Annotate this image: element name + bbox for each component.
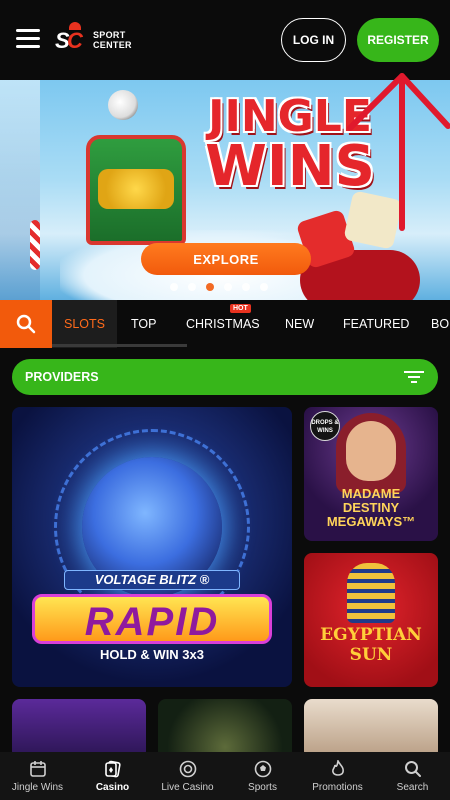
category-tabs: SLOTS TOP CHRISTMAS NEW FEATURED BO <box>0 300 450 348</box>
game-tile[interactable] <box>158 699 292 759</box>
nav-jingle-wins[interactable]: Jingle Wins <box>0 752 75 800</box>
search-icon <box>16 314 36 334</box>
nav-label: Live Casino <box>161 781 214 793</box>
game-tile-rapid-subtitle: VOLTAGE BLITZ ® <box>64 570 240 590</box>
tab-featured[interactable]: FEATURED <box>343 300 409 348</box>
nav-sports[interactable]: Sports <box>225 752 300 800</box>
game-title-line: SUN <box>349 645 393 665</box>
tab-search[interactable] <box>0 300 52 348</box>
providers-bar[interactable]: PROVIDERS <box>12 359 438 395</box>
filter-icon[interactable] <box>404 370 424 384</box>
providers-label: PROVIDERS <box>25 370 99 384</box>
carousel-dot[interactable] <box>188 283 196 291</box>
flame-icon <box>331 759 344 776</box>
game-title-line: DESTINY <box>342 500 400 515</box>
logo-text-line2: CENTER <box>93 40 132 50</box>
game-tile-rapid[interactable]: VOLTAGE BLITZ ® RAPID HOLD & WIN 3x3 <box>12 407 292 687</box>
carousel-dot-active[interactable] <box>206 283 214 291</box>
bottom-navigation: Jingle Wins Casino Live Casino Sports Pr… <box>0 752 450 800</box>
soccer-ball-graphic <box>108 90 138 120</box>
tab-slots[interactable]: SLOTS <box>52 300 117 348</box>
sport-center-logo[interactable]: SC SPORT CENTER <box>55 22 132 54</box>
tab-bonus[interactable]: BO <box>431 300 449 348</box>
register-button[interactable]: REGISTER <box>357 18 439 62</box>
carousel-dot[interactable] <box>224 283 232 291</box>
game-tile-madame-destiny[interactable]: DROPS & WINS MADAME DESTINY MEGAWAYS™ <box>304 407 438 541</box>
game-tile-rapid-title: RAPID <box>32 594 272 644</box>
treasure-chest-graphic <box>86 135 186 245</box>
game-title-line: MADAME <box>341 486 401 501</box>
carousel-dots <box>170 283 268 291</box>
nav-promotions[interactable]: Promotions <box>300 752 375 800</box>
nav-label: Jingle Wins <box>11 781 64 793</box>
explore-button[interactable]: EXPLORE <box>141 243 311 275</box>
search-icon <box>404 760 421 777</box>
carousel-dot[interactable] <box>170 283 178 291</box>
nav-search[interactable]: Search <box>375 752 450 800</box>
tab-scroll-indicator <box>52 344 187 347</box>
red-arrow-annotation <box>347 73 450 231</box>
nav-label: Sports <box>248 781 277 793</box>
nav-label: Casino <box>95 781 130 793</box>
game-title-line: EGYPTIAN <box>320 625 422 645</box>
chip-icon <box>179 760 196 777</box>
candy-cane-graphic <box>30 220 40 270</box>
game-tile-egypt-title: EGYPTIAN SUN <box>304 625 438 665</box>
nav-label: Search <box>396 781 429 793</box>
soccer-ball-icon <box>254 760 271 777</box>
nav-live-casino[interactable]: Live Casino <box>150 752 225 800</box>
game-tile[interactable] <box>12 699 146 759</box>
carousel-dot[interactable] <box>260 283 268 291</box>
logo-text-line1: SPORT <box>93 30 126 40</box>
cards-icon <box>104 760 121 777</box>
nav-label: Promotions <box>312 781 363 793</box>
hot-badge: HOT <box>230 304 251 313</box>
game-tile-madame-title: MADAME DESTINY MEGAWAYS™ <box>304 487 438 529</box>
login-button[interactable]: LOG IN <box>281 18 346 62</box>
fortune-teller-graphic <box>346 421 396 481</box>
logo-text: SPORT CENTER <box>93 30 132 50</box>
game-tile[interactable] <box>304 699 438 759</box>
game-tile-rapid-tagline: HOLD & WIN 3x3 <box>99 647 204 662</box>
hamburger-menu-icon[interactable] <box>16 29 40 49</box>
calendar-icon <box>29 760 46 777</box>
tab-top[interactable]: TOP <box>131 300 156 348</box>
nav-casino[interactable]: Casino <box>75 752 150 800</box>
game-title-line: MEGAWAYS™ <box>326 514 416 529</box>
carousel-dot[interactable] <box>242 283 250 291</box>
tab-new[interactable]: NEW <box>285 300 314 348</box>
logo-mark-icon: SC <box>55 22 85 54</box>
drops-wins-badge: DROPS & WINS <box>310 411 340 441</box>
game-tile-egyptian-sun[interactable]: EGYPTIAN SUN <box>304 553 438 687</box>
pharaoh-graphic <box>347 563 395 623</box>
